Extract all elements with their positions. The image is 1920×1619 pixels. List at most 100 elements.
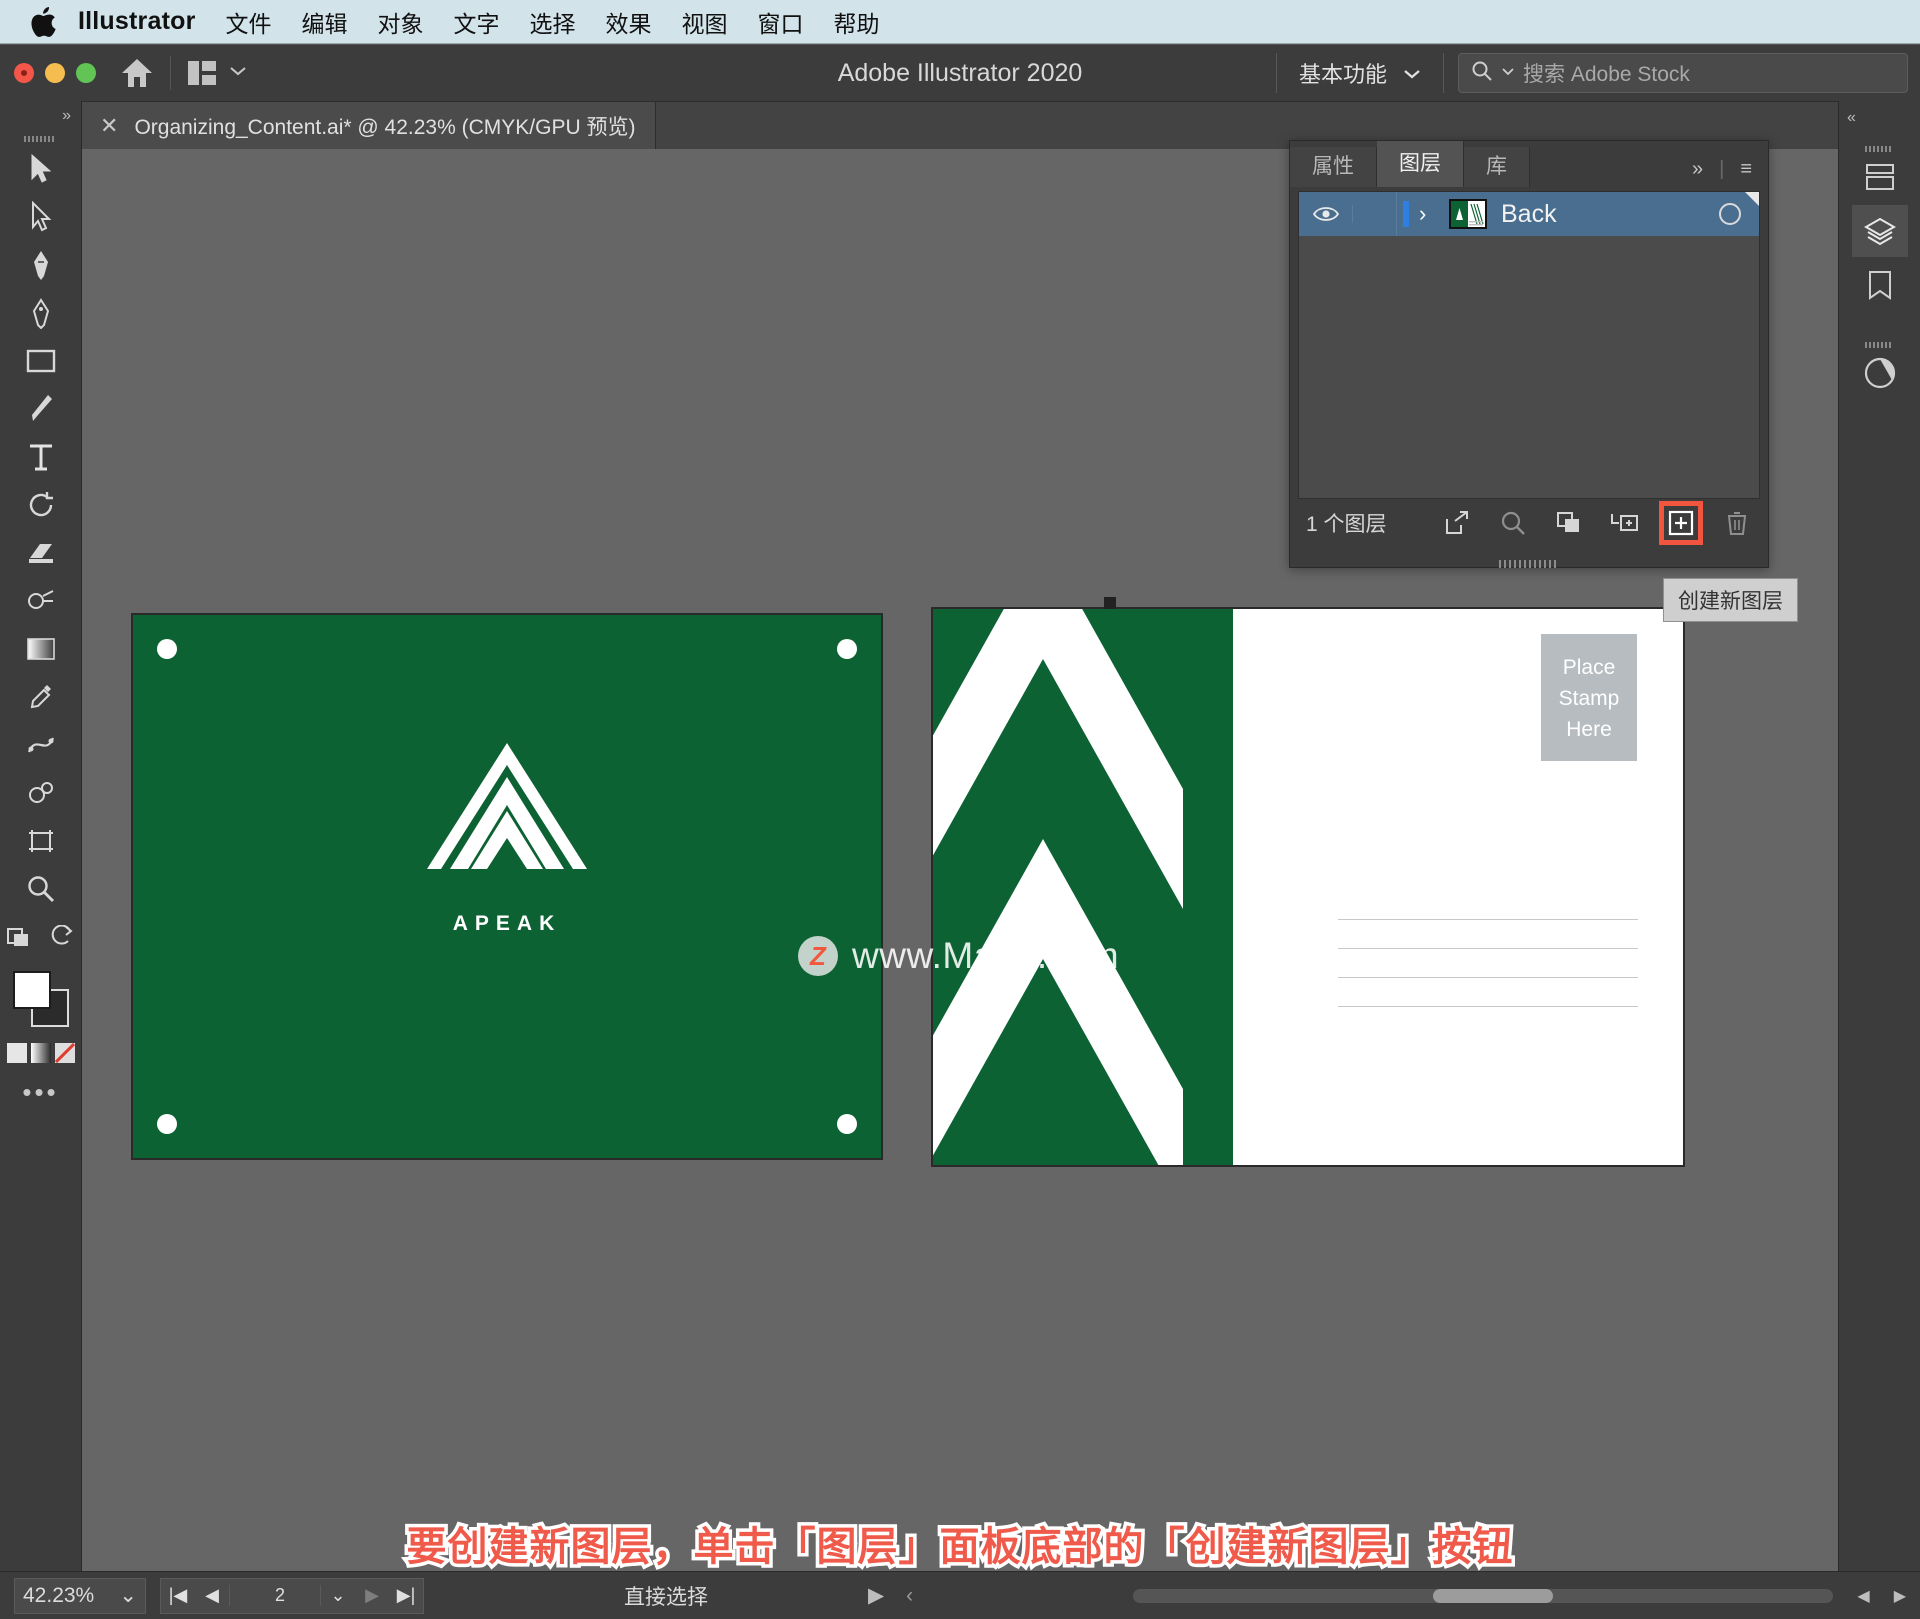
layer-expand-chevron-icon[interactable]: › xyxy=(1419,201,1449,227)
rotate-tool[interactable] xyxy=(10,481,72,529)
type-tool[interactable] xyxy=(10,433,72,481)
horizontal-scroll-thumb[interactable] xyxy=(1433,1588,1554,1603)
layers-panel-tabs: 属性 图层 库 » | ≡ xyxy=(1290,141,1768,187)
direct-selection-tool[interactable] xyxy=(10,193,72,241)
artboard-last-button[interactable]: ▶| xyxy=(389,1585,423,1606)
dock-layers-icon[interactable] xyxy=(1851,205,1908,257)
toolbar-more-icon[interactable]: ••• xyxy=(22,1077,58,1108)
eyedropper-tool[interactable] xyxy=(10,673,72,721)
tab-properties[interactable]: 属性 xyxy=(1290,147,1377,187)
search-input[interactable]: 搜索 Adobe Stock xyxy=(1458,53,1908,93)
artboard-chevron-down-icon[interactable]: ⌄ xyxy=(321,1585,355,1606)
menu-app-name[interactable]: Illustrator xyxy=(78,7,196,36)
menu-window[interactable]: 窗口 xyxy=(758,5,804,39)
menu-type[interactable]: 文字 xyxy=(454,5,500,39)
mac-menu-bar: Illustrator 文件 编辑 对象 文字 选择 效果 视图 窗口 帮助 xyxy=(0,0,1920,44)
status-chevron-icon[interactable]: ‹ xyxy=(906,1584,913,1608)
scroll-right-arrow-icon[interactable]: ▶ xyxy=(1894,1586,1906,1606)
color-mode-swatches xyxy=(6,1043,75,1063)
selection-tool[interactable] xyxy=(10,145,72,193)
artboard-back[interactable]: Place Stamp Here xyxy=(931,607,1685,1167)
layer-selection-corner-indicator xyxy=(1745,192,1759,206)
dock-collapse-icon[interactable]: « xyxy=(1847,109,1856,127)
dock-color-guide-icon[interactable] xyxy=(1852,347,1908,399)
none-swatch-icon[interactable] xyxy=(54,1043,75,1063)
status-play-icon[interactable]: ▶ xyxy=(868,1583,884,1608)
artboard-prev-button[interactable]: ◀ xyxy=(195,1585,229,1606)
shape-builder-tool[interactable] xyxy=(10,577,72,625)
layer-lock-toggle[interactable] xyxy=(1353,192,1397,236)
zoom-level-value: 42.23% xyxy=(23,1583,95,1607)
close-tab-icon[interactable]: ✕ xyxy=(100,114,118,137)
zoom-level-field[interactable]: 42.23% ⌄ xyxy=(14,1577,146,1614)
make-clipping-mask-icon[interactable] xyxy=(1552,506,1586,540)
layer-thumbnail xyxy=(1449,199,1487,229)
color-swatch-icon[interactable] xyxy=(6,1043,27,1063)
fill-swatch[interactable] xyxy=(12,971,51,1009)
workspace-switcher[interactable]: 基本功能 xyxy=(1277,57,1443,89)
dock-libraries-icon[interactable] xyxy=(1852,259,1908,311)
toolbar-collapse-icon[interactable]: » xyxy=(0,101,81,125)
tab-layers[interactable]: 图层 xyxy=(1377,141,1464,187)
address-line xyxy=(1338,1006,1638,1007)
paintbrush-tool[interactable] xyxy=(10,385,72,433)
delete-selection-icon[interactable] xyxy=(1720,506,1754,540)
maximize-window-button[interactable] xyxy=(76,63,96,83)
layer-name[interactable]: Back xyxy=(1501,200,1719,229)
menu-edit[interactable]: 编辑 xyxy=(302,5,348,39)
artboard-next-button[interactable]: ▶ xyxy=(355,1585,389,1606)
home-icon[interactable] xyxy=(120,57,154,89)
status-tool-label: 直接选择 xyxy=(624,1585,708,1609)
menu-select[interactable]: 选择 xyxy=(530,5,576,39)
layer-visibility-eye-icon[interactable] xyxy=(1299,205,1353,223)
panel-resize-grip[interactable] xyxy=(1499,555,1559,568)
arrange-chevron-down-icon[interactable] xyxy=(229,64,247,82)
create-new-layer-icon[interactable] xyxy=(1659,501,1703,545)
corner-dot-bottom-left xyxy=(157,1114,177,1134)
search-placeholder: 搜索 Adobe Stock xyxy=(1523,63,1690,86)
create-new-sublayer-icon[interactable] xyxy=(1608,506,1642,540)
artboard-tool[interactable] xyxy=(10,817,72,865)
menu-object[interactable]: 对象 xyxy=(378,5,424,39)
minimize-window-button[interactable] xyxy=(45,63,65,83)
layers-list[interactable]: › Back xyxy=(1298,191,1760,499)
dock-properties-icon[interactable] xyxy=(1852,151,1908,203)
back-chevron-artwork-icon xyxy=(933,609,1233,1165)
document-tab[interactable]: ✕ Organizing_Content.ai* @ 42.23% (CMYK/… xyxy=(82,102,657,149)
close-window-button[interactable] xyxy=(14,63,34,83)
change-screen-mode-icon[interactable] xyxy=(43,913,82,961)
zoom-chevron-down-icon[interactable]: ⌄ xyxy=(119,1583,137,1608)
address-line xyxy=(1338,977,1638,978)
gradient-tool[interactable] xyxy=(10,625,72,673)
artboard-front[interactable]: APEAK xyxy=(131,613,883,1160)
edit-toolbar-icon[interactable] xyxy=(0,913,39,961)
symbol-sprayer-tool[interactable] xyxy=(10,769,72,817)
gradient-swatch-icon[interactable] xyxy=(30,1043,51,1063)
blend-tool[interactable] xyxy=(10,721,72,769)
instruction-caption: 要创建新图层，单击「图层」面板底部的「创建新图层」按钮 xyxy=(403,1522,1516,1573)
arrange-documents-icon[interactable] xyxy=(187,60,217,86)
layer-target-circle-icon[interactable] xyxy=(1719,203,1741,225)
curvature-tool[interactable] xyxy=(10,289,72,337)
apple-logo-icon[interactable] xyxy=(30,6,56,37)
eraser-tool[interactable] xyxy=(10,529,72,577)
release-to-layers-icon[interactable] xyxy=(1440,506,1474,540)
horizontal-scrollbar[interactable] xyxy=(1133,1588,1834,1603)
menu-effect[interactable]: 效果 xyxy=(606,5,652,39)
table-row[interactable]: › Back xyxy=(1299,192,1759,236)
artboard-number-field[interactable]: 2 xyxy=(229,1585,321,1606)
pen-tool[interactable] xyxy=(10,241,72,289)
menu-file[interactable]: 文件 xyxy=(226,5,272,39)
panel-menu-icon[interactable]: ≡ xyxy=(1740,158,1752,181)
menu-help[interactable]: 帮助 xyxy=(834,5,880,39)
tab-libraries[interactable]: 库 xyxy=(1464,147,1530,187)
fill-stroke-swatches[interactable] xyxy=(12,971,69,1027)
rectangle-tool[interactable] xyxy=(10,337,72,385)
artboard-first-button[interactable]: |◀ xyxy=(161,1585,195,1606)
locate-object-icon[interactable] xyxy=(1496,506,1530,540)
scroll-left-arrow-icon[interactable]: ◀ xyxy=(1857,1586,1869,1606)
menu-view[interactable]: 视图 xyxy=(682,5,728,39)
panel-expand-icon[interactable]: » xyxy=(1692,158,1703,181)
document-tab-label: Organizing_Content.ai* @ 42.23% (CMYK/GP… xyxy=(134,115,636,139)
zoom-tool[interactable] xyxy=(10,865,72,913)
